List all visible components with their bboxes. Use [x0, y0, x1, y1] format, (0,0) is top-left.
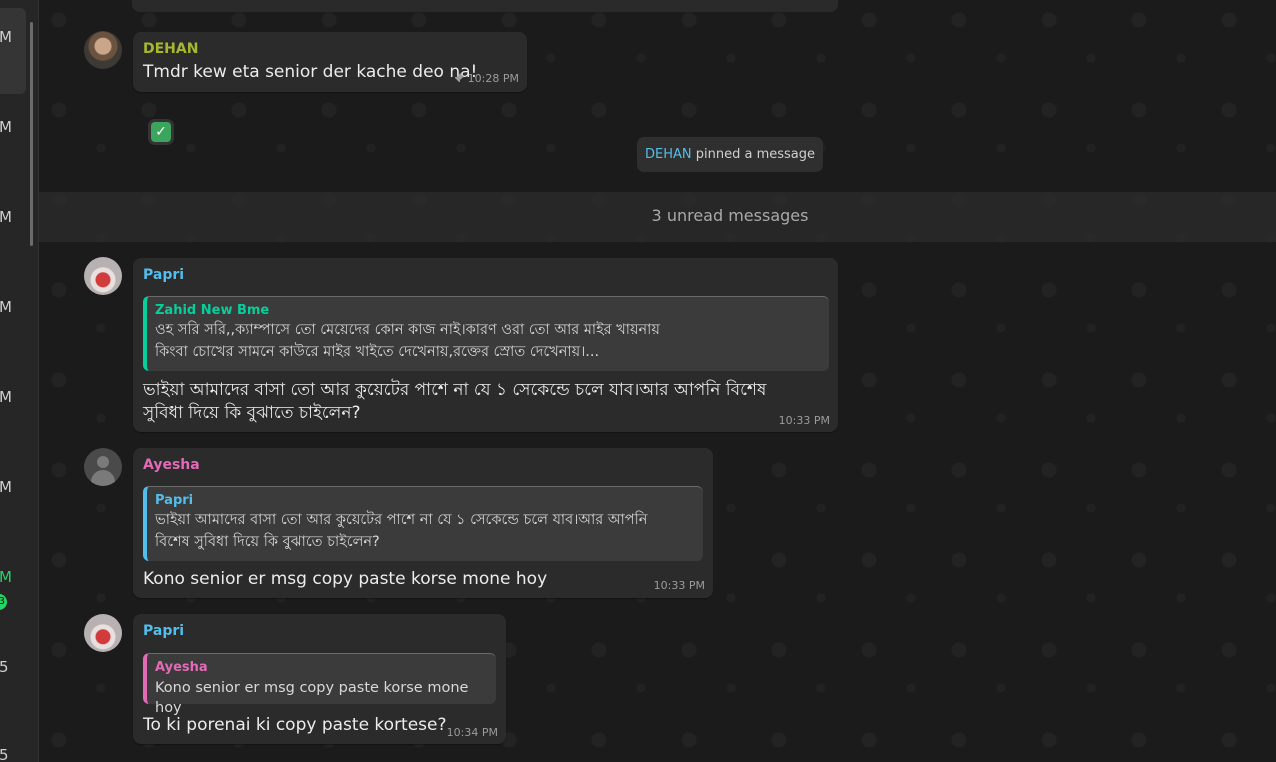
- check-reaction-icon[interactable]: ✓: [151, 122, 171, 142]
- avatar-ayesha[interactable]: [84, 448, 122, 486]
- message-bubble-papri[interactable]: Papri Zahid New Bme ওহ সরি সরি,,ক্যাম্পা…: [133, 258, 838, 432]
- quoted-sender: Zahid New Bme: [155, 303, 270, 318]
- chat-list-fragment: M: [0, 28, 12, 46]
- message-text-line: সুবিধা দিয়ে কি বুঝাতে চাইলেন?: [143, 403, 361, 423]
- message-time: 10:33 PM: [653, 579, 705, 592]
- chat-list-fragment: 5: [0, 746, 9, 762]
- chat-list-scrollbar[interactable]: [30, 22, 33, 246]
- chat-list-fragment: M: [0, 478, 12, 496]
- chat-list-pane: M M M M M M M 3 5 5: [0, 0, 39, 762]
- system-notice-actor[interactable]: DEHAN: [645, 147, 692, 162]
- chat-list-fragment: M: [0, 568, 12, 586]
- chat-list-fragment: M: [0, 208, 12, 226]
- avatar-dehan[interactable]: [84, 31, 122, 69]
- chat-list-fragment: M: [0, 118, 12, 136]
- message-text: To ki porenai ki copy paste kortese?: [143, 715, 447, 735]
- quoted-message[interactable]: Zahid New Bme ওহ সরি সরি,,ক্যাম্পাসে তো …: [143, 296, 829, 371]
- message-text: Tmdr kew eta senior der kache deo na!: [143, 62, 478, 82]
- quoted-text-line: বিশেষ সুবিধা দিয়ে কি বুঝাতে চাইলেন?: [155, 534, 380, 550]
- unread-count-badge: 3: [0, 594, 7, 610]
- default-avatar-body: [91, 470, 115, 486]
- chat-list-selected-item[interactable]: [0, 8, 26, 94]
- message-time: 10:34 PM: [446, 726, 498, 739]
- quoted-sender: Papri: [155, 493, 194, 508]
- pin-icon: [454, 73, 464, 83]
- previous-message-bubble: [132, 0, 838, 12]
- chat-list-fragment: 5: [0, 658, 9, 676]
- message-sender[interactable]: Papri: [143, 267, 184, 283]
- message-bubble-papri[interactable]: Papri Ayesha Kono senior er msg copy pas…: [133, 614, 506, 744]
- default-avatar-head: [97, 456, 109, 468]
- avatar-papri[interactable]: [84, 257, 122, 295]
- system-notice-action: pinned a message: [695, 147, 815, 162]
- quoted-sender: Ayesha: [155, 660, 208, 675]
- message-bubble-ayesha[interactable]: Ayesha Papri ভাইয়া আমাদের বাসা তো আর কু…: [133, 448, 713, 598]
- message-text-line: ভাইয়া আমাদের বাসা তো আর কুয়েটের পাশে ন…: [143, 380, 767, 400]
- quoted-text-line: কিংবা চোখের সামনে কাউরে মাইর খাইতে দেখেন…: [155, 344, 600, 360]
- message-bubble-dehan[interactable]: DEHAN Tmdr kew eta senior der kache deo …: [133, 32, 527, 142]
- message-sender[interactable]: DEHAN: [143, 41, 198, 57]
- avatar-papri[interactable]: [84, 614, 122, 652]
- message-sender[interactable]: Ayesha: [143, 457, 200, 473]
- message-sender[interactable]: Papri: [143, 623, 184, 639]
- quoted-message[interactable]: Papri ভাইয়া আমাদের বাসা তো আর কুয়েটের …: [143, 486, 703, 561]
- quoted-text-line: ভাইয়া আমাদের বাসা তো আর কুয়েটের পাশে ন…: [155, 512, 648, 528]
- message-text: Kono senior er msg copy paste korse mone…: [143, 569, 548, 589]
- chat-conversation-area: DEHAN Tmdr kew eta senior der kache deo …: [39, 0, 1276, 762]
- quoted-message[interactable]: Ayesha Kono senior er msg copy paste kor…: [143, 653, 496, 716]
- quoted-text-line: ওহ সরি সরি,,ক্যাম্পাসে তো মেয়েদের কোন ক…: [155, 322, 660, 338]
- message-time: 10:33 PM: [778, 414, 830, 427]
- chat-list-fragment: M: [0, 298, 12, 316]
- system-pinned-notice: DEHAN pinned a message: [637, 137, 823, 172]
- quoted-text: Kono senior er msg copy paste korse mone…: [155, 680, 469, 716]
- unread-divider-label: 3 unread messages: [651, 206, 809, 225]
- chat-list-fragment: M: [0, 388, 12, 406]
- message-time: 10:28 PM: [467, 72, 519, 85]
